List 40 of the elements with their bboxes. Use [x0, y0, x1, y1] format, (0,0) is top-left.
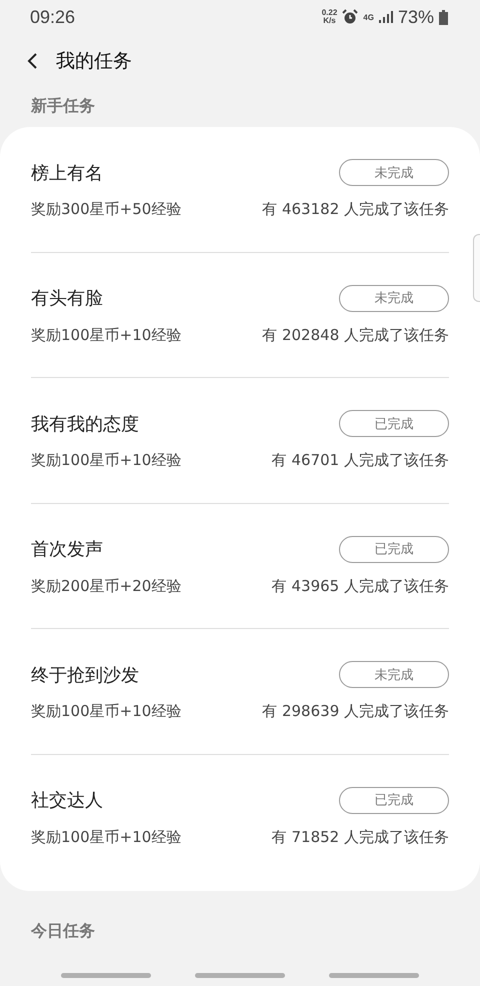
section-title: 新手任务: [30, 95, 96, 117]
section-title: 今日任务: [30, 920, 96, 942]
status-button[interactable]: 已完成: [339, 410, 449, 438]
task-reward: 奖励300星币+50经验: [31, 200, 182, 220]
alarm-icon: [342, 9, 358, 25]
task-name: 社交达人: [31, 789, 103, 812]
status-button[interactable]: 未完成: [339, 159, 449, 186]
completion-count: 有 46701 人完成了该任务: [272, 451, 449, 470]
completion-count: 有 202848 人完成了该任务: [262, 326, 449, 345]
task-reward: 奖励200星币+20经验: [31, 576, 182, 596]
status-button[interactable]: 未完成: [339, 284, 449, 312]
task-name: 首次发声: [31, 538, 103, 562]
nav-handle[interactable]: [195, 973, 285, 978]
signal-icon: [378, 11, 393, 23]
battery-percent: 73%: [398, 6, 434, 28]
task-name: 榜上有名: [31, 162, 103, 185]
completion-count: 有 71852 人完成了该任务: [272, 828, 449, 847]
status-button[interactable]: 已完成: [339, 786, 449, 814]
task-name: 终于抢到沙发: [31, 664, 139, 687]
status-button[interactable]: 未完成: [339, 661, 449, 688]
task-reward: 奖励100星币+10经验: [31, 828, 182, 847]
page-title: 我的任务: [56, 49, 132, 74]
nav-handle[interactable]: [329, 973, 419, 978]
task-reward: 奖励100星币+10经验: [31, 451, 182, 470]
status-button[interactable]: 已完成: [339, 536, 449, 563]
clock-time: 09:26: [30, 6, 76, 28]
task-name: 我有我的态度: [31, 412, 139, 436]
completion-count: 有 298639 人完成了该任务: [262, 702, 449, 722]
network-speed: 0.22: [322, 9, 338, 17]
completion-count: 有 463182 人完成了该任务: [262, 200, 449, 220]
speed-unit: K/s: [323, 17, 336, 25]
task-name: 有头有脸: [31, 287, 103, 310]
back-icon[interactable]: [26, 52, 38, 70]
nav-handle[interactable]: [61, 973, 151, 978]
task-reward: 奖励100星币+10经验: [31, 702, 182, 722]
scrollbar[interactable]: [473, 234, 480, 302]
battery-icon: [439, 10, 448, 24]
task-reward: 奖励100星币+10经验: [31, 326, 182, 345]
network-type: 4G: [363, 12, 374, 22]
completion-count: 有 43965 人完成了该任务: [272, 576, 449, 596]
